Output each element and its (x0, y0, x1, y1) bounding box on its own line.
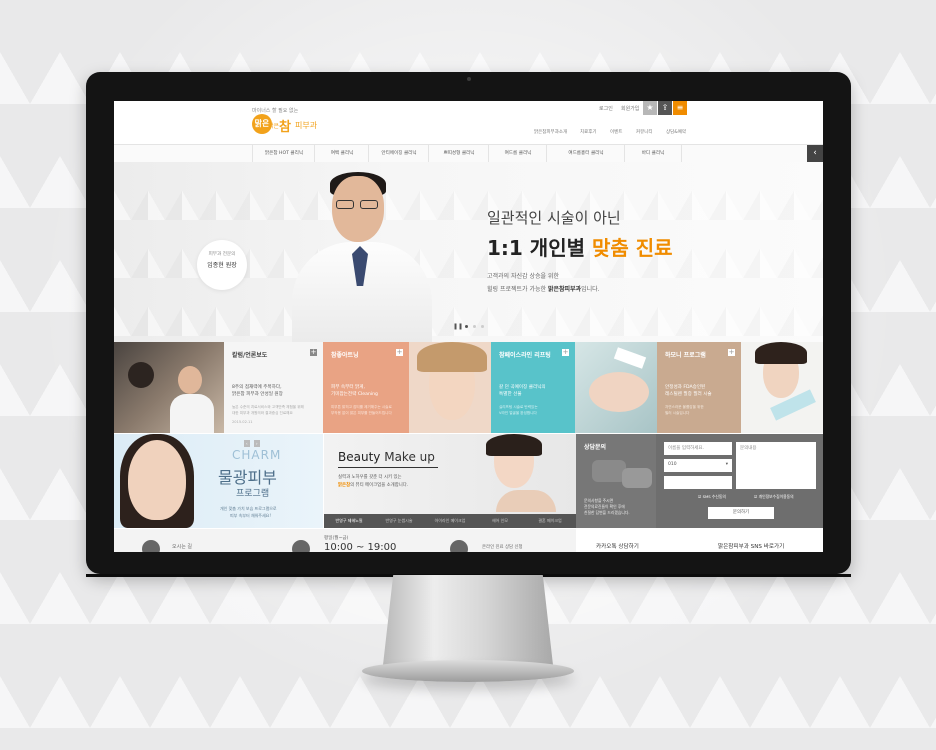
hero-headline-2: 1:1 개인별 맞춤 진료 (487, 236, 673, 260)
site-header: 마이너스 할 필요 없는 맑은 맑은 참 피부과 로그인 회원가입 ★ ⇪ ≡ … (114, 101, 823, 144)
sns-link[interactable]: 맑은참피부과 SNS 바로가기 (718, 542, 784, 550)
chevron-left-icon[interactable]: ‹ (244, 440, 250, 447)
column-tile[interactable]: 칼럼/언론보도 + 8주의 점재력에 주목하다, 맑은참 피부과 안성일 원장 … (224, 342, 323, 433)
phone-input[interactable] (664, 476, 732, 489)
chat-icon (592, 460, 626, 482)
chevron-down-icon: ▾ (725, 462, 728, 467)
beauty-banner[interactable]: Beauty Make up 실력과 노하우를 갖춘 더 시키 있는 맑은참의 … (324, 434, 576, 528)
harmony-tile[interactable]: 하모니 프로그램 + 안정성과 FDA승인된 레스틸렌 필증 필러 시술 자연스… (657, 342, 741, 433)
nav-margin-clinic[interactable]: 여백 클리닉 (314, 145, 369, 162)
pager-dot[interactable] (465, 325, 468, 328)
plus-icon[interactable]: + (310, 349, 317, 356)
plus-icon[interactable]: + (728, 349, 735, 356)
nav-acne-scar-clinic[interactable]: 여드름흉터 클리닉 (546, 145, 625, 162)
content-textarea[interactable]: 문의내용 (736, 442, 816, 489)
monitor-stand (383, 575, 553, 665)
online-consult-link[interactable]: 온라인 진료 상담 신청 (482, 544, 523, 550)
signup-link[interactable]: 회원가입 (621, 105, 639, 112)
submit-button[interactable]: 문의하기 (708, 507, 774, 519)
plus-icon[interactable]: + (396, 349, 403, 356)
nav-petit-clinic[interactable]: 쁘띠성형 클리닉 (428, 145, 489, 162)
kakao-link[interactable]: 카카오톡 상담하기 (596, 542, 639, 550)
gnb-reviews[interactable]: 치료후기 (580, 129, 597, 135)
promo-row: ‹ › CHARM 물광피부 프로그램 개인 맞춤 가치 보습 프로그램으로 피… (114, 434, 823, 528)
gnb-event[interactable]: 이벤트 (610, 129, 622, 135)
map-icon (142, 540, 160, 552)
menu-icon[interactable]: ≡ (673, 101, 687, 115)
column-photo (114, 342, 224, 433)
beauty-tabs: 반영구 제헤노필 반영구 눈썹시술 아이라인 메이크업 헤어 인모 결혼 메이크… (324, 514, 576, 528)
phone-prefix-select[interactable]: 010 ▾ (664, 459, 732, 472)
nav-hot-clinic[interactable]: 맑은참 HOT 클리닉 (252, 145, 315, 162)
cleaning-tile[interactable]: 참좋아트닝 + 피부 속부터 맑게, 기미잡는전략 Cleaning 피부톤 밝… (323, 342, 409, 433)
charm-banner[interactable]: ‹ › CHARM 물광피부 프로그램 개인 맞춤 가치 보습 프로그램으로 피… (114, 434, 323, 528)
model-photo (409, 342, 491, 433)
camera-icon (467, 77, 471, 81)
star-icon[interactable]: ★ (643, 101, 657, 115)
chevron-left-icon[interactable]: ‹ (807, 145, 823, 162)
login-link[interactable]: 로그인 (599, 105, 613, 112)
feature-row: 칼럼/언론보도 + 8주의 점재력에 주목하다, 맑은참 피부과 안성일 원장 … (114, 342, 823, 433)
tab-eyeline[interactable]: 아이라인 메이크업 (424, 514, 476, 528)
tab-wedding[interactable]: 결혼 메이크업 (524, 514, 576, 528)
main-nav: 맑은참 HOT 클리닉 여백 클리닉 안티에이징 클리닉 쁘띠성형 클리닉 여드… (114, 144, 823, 163)
monitor-base (362, 660, 574, 682)
sms-agree-checkbox[interactable]: ☑ SMS 수신동의 (698, 494, 726, 500)
plus-icon[interactable]: + (562, 349, 569, 356)
clock-icon (292, 540, 310, 552)
nav-acne-clinic[interactable]: 여드름 클리닉 (488, 145, 547, 162)
location-link[interactable]: 오시는 길 (172, 543, 192, 550)
name-input[interactable]: 이름을 입력하세요. (664, 442, 732, 455)
nav-antiaging-clinic[interactable]: 안티에이징 클리닉 (368, 145, 429, 162)
share-icon[interactable]: ⇪ (658, 101, 672, 115)
tab-eyebrow[interactable]: 반영구 눈썹시술 (374, 514, 424, 528)
tab-semi-permanent[interactable]: 반영구 제헤노필 (324, 514, 374, 528)
consult-form: 상담문의 문의사항을 주시면 전문의료진들이 확인 후에 친절한 답변을 드리겠… (576, 434, 823, 528)
harmony-photo (741, 342, 823, 433)
hero-banner: 피부과 전문의 임종현 원장 일관적인 시술이 아닌 1:1 개인별 맞춤 진료… (114, 162, 823, 342)
chevron-right-icon[interactable]: › (254, 440, 260, 447)
tab-hair[interactable]: 헤어 인모 (476, 514, 524, 528)
website-screen: 마이너스 할 필요 없는 맑은 맑은 참 피부과 로그인 회원가입 ★ ⇪ ≡ … (114, 101, 823, 552)
consult-icon (450, 540, 468, 552)
gnb-community[interactable]: 커뮤니티 (636, 129, 653, 135)
hours-text: 10:00 ~ 19:00 (324, 542, 397, 552)
nav-body-clinic[interactable]: 바디 클리닉 (624, 145, 682, 162)
pager-dot[interactable] (481, 325, 484, 328)
info-row: 오시는 길 평일(월~금) 10:00 ~ 19:00 온라인 진료 상담 신청… (114, 529, 823, 552)
gnb-reservation[interactable]: 상담&예약 (666, 129, 686, 135)
treatment-photo (575, 342, 657, 433)
privacy-agree-checkbox[interactable]: ☑ 개인정보수집이용동의 (754, 494, 794, 500)
hero-headline-1: 일관적인 시술이 아닌 (487, 209, 621, 227)
pause-icon[interactable]: ❚❚ (453, 323, 463, 330)
pager-dot[interactable] (473, 325, 476, 328)
lifting-tile[interactable]: 참페이스라인 리프팅 + 갈 던 곡예이징 클리닉의 특별한 선물 실리프팅 시… (491, 342, 575, 433)
gnb-about[interactable]: 맑은참피부과소개 (534, 129, 567, 135)
